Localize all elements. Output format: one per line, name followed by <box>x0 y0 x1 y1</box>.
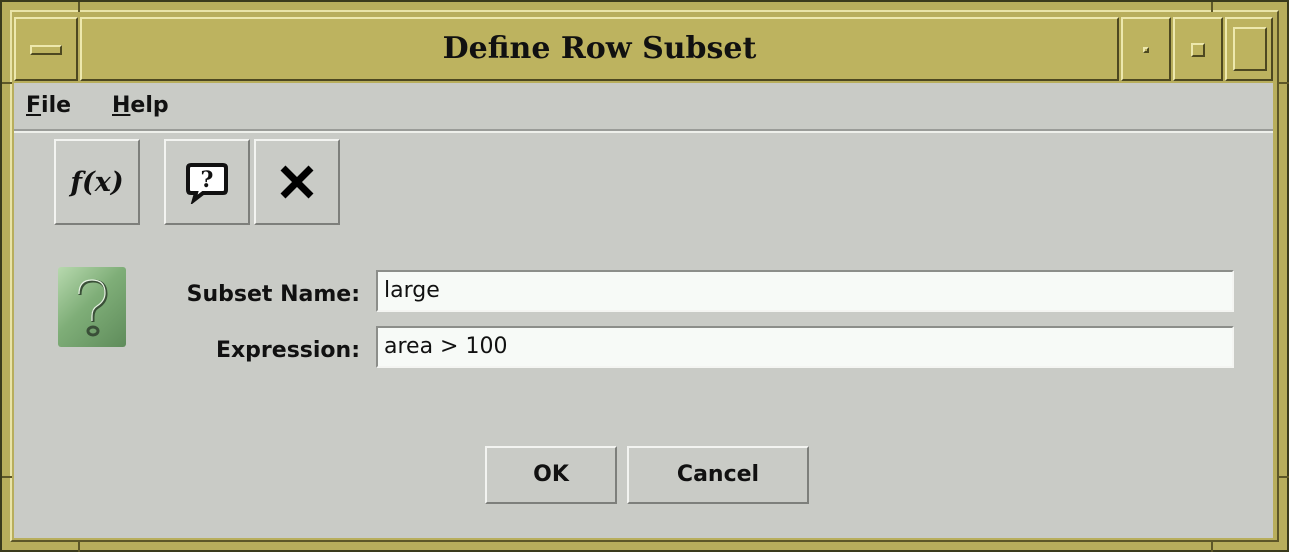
ok-button[interactable]: OK <box>485 446 617 504</box>
menu-help-label: elp <box>130 93 169 118</box>
help-button[interactable]: ? <box>164 139 250 225</box>
menu-help[interactable]: Help <box>112 93 169 118</box>
title-bar: Define Row Subset <box>14 17 1273 81</box>
menu-file-mnemonic: F <box>26 93 42 118</box>
frame-tick <box>78 542 80 552</box>
menu-file[interactable]: File <box>26 93 71 118</box>
function-icon: f(x) <box>70 166 124 198</box>
subset-name-input[interactable]: large <box>376 270 1234 312</box>
frame-tick <box>2 476 12 478</box>
minimize-icon <box>1143 47 1149 53</box>
functions-button[interactable]: f(x) <box>54 139 140 225</box>
menu-bar: File Help <box>14 83 1273 133</box>
dialog-body: File Help f(x) ? Subset Name: large Expr… <box>14 83 1273 538</box>
close-button[interactable] <box>254 139 340 225</box>
maximize-icon <box>1233 27 1267 71</box>
frame-tick <box>1211 2 1213 12</box>
menu-file-label: ile <box>41 93 72 118</box>
help-bubble-glyph: ? <box>201 167 214 193</box>
window-menu-icon <box>30 45 62 55</box>
cancel-button[interactable]: Cancel <box>627 446 809 504</box>
help-bubble-icon: ? <box>186 163 228 204</box>
minimize-button[interactable] <box>1121 17 1171 81</box>
window-title: Define Row Subset <box>80 17 1119 81</box>
frame-tick <box>1279 476 1289 478</box>
expression-input[interactable]: area > 100 <box>376 326 1234 368</box>
maximize-button[interactable] <box>1225 17 1273 81</box>
expression-label: Expression: <box>215 338 360 363</box>
frame-tick <box>78 2 80 12</box>
restore-button[interactable] <box>1173 17 1223 81</box>
frame-tick <box>2 82 12 84</box>
restore-icon <box>1191 43 1205 57</box>
frame-tick <box>1211 542 1213 552</box>
frame-tick <box>1279 82 1289 84</box>
subset-name-label: Subset Name: <box>186 282 360 307</box>
question-mark-icon <box>58 267 126 347</box>
close-icon <box>280 165 314 199</box>
menu-help-mnemonic: H <box>112 93 131 118</box>
window-menu-button[interactable] <box>14 17 78 81</box>
